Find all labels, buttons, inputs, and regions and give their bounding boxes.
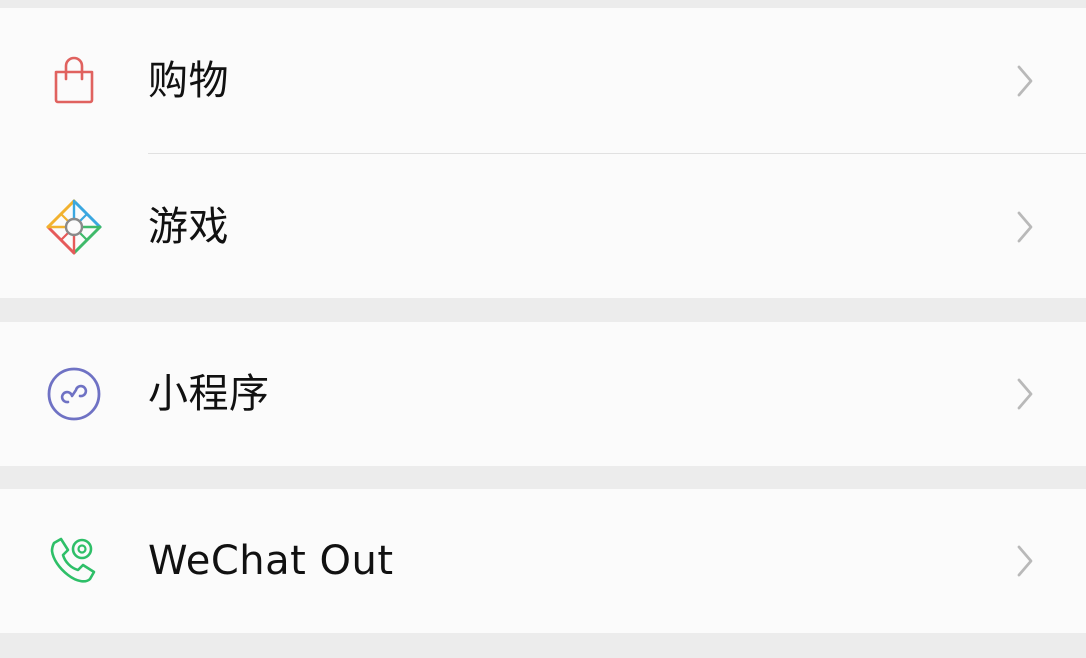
mini-program-icon xyxy=(44,364,104,424)
menu-item-label: WeChat Out xyxy=(148,538,394,584)
shopping-bag-icon xyxy=(44,51,104,111)
chevron-right-icon xyxy=(1016,210,1034,244)
menu-item-label: 小程序 xyxy=(148,371,270,417)
chevron-right-icon xyxy=(1016,544,1034,578)
menu-item-label: 购物 xyxy=(148,58,229,104)
menu-group-wechat-out: WeChat Out xyxy=(0,489,1086,633)
chevron-right-icon xyxy=(1016,64,1034,98)
games-diamond-icon xyxy=(44,197,104,257)
menu-group-discover: 购物 游戏 xyxy=(0,8,1086,298)
menu-item-wechat-out[interactable]: WeChat Out xyxy=(0,489,1086,633)
chevron-right-icon xyxy=(1016,377,1034,411)
menu-item-shopping[interactable]: 购物 xyxy=(0,8,1086,154)
menu-item-games[interactable]: 游戏 xyxy=(0,154,1086,300)
menu-item-label: 游戏 xyxy=(148,204,229,250)
menu-item-mini-programs[interactable]: 小程序 xyxy=(0,322,1086,466)
menu-group-mini-programs: 小程序 xyxy=(0,322,1086,466)
phone-icon xyxy=(44,531,104,591)
